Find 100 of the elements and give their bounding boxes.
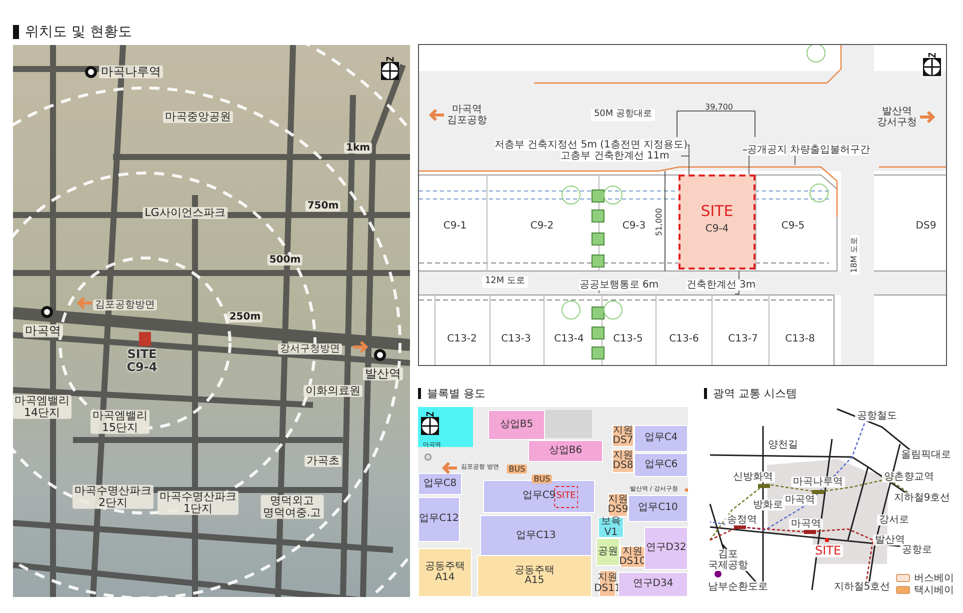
station-label: 마곡역 — [23, 324, 63, 338]
section-title: 광역 교통 시스템 — [713, 386, 797, 401]
left-arrow-icon — [442, 462, 458, 474]
block-label: C9-1 — [443, 220, 467, 232]
place-label: 명덕외고 명덕여중.고 — [260, 494, 324, 520]
legend-label: 택시베이 — [914, 584, 954, 597]
road-label: 올림픽대로 — [899, 450, 953, 460]
north-compass-icon — [380, 57, 400, 81]
station-label: 신방화역 — [731, 472, 775, 482]
land-use-block: 업무C8 — [418, 473, 462, 495]
annotation-label: 고층부 건축한계선 11m — [560, 150, 670, 162]
block-label: C13-4 — [554, 334, 584, 344]
block-label: C13-7 — [728, 334, 758, 344]
site-label: SITE — [812, 544, 844, 558]
bus-stop-label: BUS — [532, 474, 552, 484]
block-label: C9-3 — [622, 220, 646, 232]
land-use-block: 보육 V1 — [598, 517, 624, 538]
land-use-block: 업무C6 — [634, 453, 688, 477]
section-title: 블록별 용도 — [427, 386, 486, 401]
station-label: 마곡역 — [783, 494, 817, 506]
block-label: C13-6 — [669, 334, 699, 344]
north-compass-icon — [922, 53, 942, 77]
distance-label: 750m — [305, 200, 341, 212]
land-use-block: 상업B6 — [528, 440, 603, 462]
road-label: 강서로 — [877, 514, 911, 526]
station-label: 마곡나루역 — [99, 65, 163, 79]
block-label: C13-3 — [501, 334, 531, 344]
site-label: SITE — [554, 486, 578, 508]
land-use-block: 연구D32 — [644, 527, 688, 570]
land-use-block: 공동주택 A15 — [477, 555, 592, 597]
direction-label: 발산역 강서구청 — [877, 106, 917, 128]
road-label: 남부순환도로 — [706, 582, 770, 592]
place-label: 이화의료원 — [304, 384, 362, 398]
direction-label: 마곡역 김포공항 — [447, 104, 487, 126]
land-use-block: 지원 DS9 — [608, 493, 628, 517]
left-arrow-icon — [429, 109, 445, 121]
block-label: C13-8 — [785, 334, 815, 344]
section-title: 위치도 및 현황도 — [25, 22, 132, 40]
right-arrow-icon — [919, 111, 935, 123]
site-marker — [825, 538, 829, 542]
road-label: 12M 도로 — [482, 276, 528, 288]
title-bar-icon — [13, 24, 19, 38]
dimension-label: 51,000 — [656, 208, 664, 236]
road-label: 방화로 — [751, 500, 785, 510]
site-marker — [139, 332, 151, 346]
land-use-block: 업무C10 — [628, 495, 688, 522]
station-label: 마곡나루역 — [791, 476, 845, 488]
commercial-lot — [545, 410, 592, 438]
distance-label: 1km — [344, 142, 372, 154]
place-label: 마곡수명산파크 1단지 — [158, 490, 238, 516]
left-arrow-icon — [77, 297, 93, 309]
land-use-block: 지원 DS7 — [612, 425, 634, 447]
land-use-block: 연구D34 — [618, 572, 688, 597]
annotation-label: 차량출입불허구간 — [790, 144, 870, 156]
block-label: C13-5 — [613, 334, 643, 344]
land-use-block: 상업B5 — [488, 410, 545, 440]
land-use-block: 업무C13 — [480, 515, 592, 558]
site-label: SITE — [700, 202, 734, 220]
land-use-block: 공원 — [596, 538, 620, 566]
annotation-label: 공공보행통로 6m — [579, 280, 659, 290]
annotation-label: 저층부 건축지정선 5m (1층전면 지정용도) — [494, 140, 688, 150]
legend-label: 버스베이 — [914, 572, 954, 585]
north-compass-icon — [420, 412, 440, 436]
site-label: SITE C9-4 — [126, 348, 158, 374]
block-label: C9-5 — [781, 220, 805, 232]
station-marker-icon — [424, 454, 432, 460]
dimension-label: 39,700 — [705, 104, 733, 112]
station-label: 발산역 — [363, 367, 403, 381]
block-label: DS9 — [916, 220, 936, 232]
block-label: C9-4 — [705, 224, 729, 234]
direction-label: 강서구청방면 — [278, 344, 342, 354]
title-bar-icon — [418, 388, 421, 399]
title-bar-icon — [704, 388, 707, 399]
bus-bay-icon — [896, 574, 910, 582]
place-label: LG사이언스파크 — [142, 206, 228, 220]
place-label: 마곡수명산파크 2단지 — [72, 484, 154, 510]
land-use-block: 공동주택 A14 — [418, 548, 472, 597]
station-label: 마곡역 — [789, 518, 823, 530]
land-use-block: 지원 DS8 — [612, 449, 634, 473]
place-label: 마곡엠밸리 15단지 — [90, 410, 150, 434]
taxi-bay-icon — [896, 586, 910, 594]
annotation-label: 공개공지 — [747, 144, 787, 156]
annotation-label: 건축한계선 3m — [686, 280, 756, 290]
direction-label: 김포공항방면 — [93, 300, 157, 310]
place-label: 가곡초 — [304, 454, 342, 468]
right-arrow-icon — [352, 341, 368, 353]
land-use-block: 업무C12 — [418, 497, 460, 542]
road-label: 양천길 — [766, 440, 800, 450]
airport-label: 김포 국제공항 — [706, 549, 750, 571]
block-label: C9-2 — [530, 220, 554, 232]
bus-stop-label: BUS — [506, 464, 528, 474]
road-label: 18M 도로 — [850, 235, 860, 275]
place-label: 마곡엠밸리 14단지 — [13, 394, 72, 420]
land-use-block: 업무C4 — [634, 425, 688, 452]
road-label: 공항로 — [900, 544, 934, 556]
rail-line-label: 공항철도 — [855, 410, 899, 422]
distance-label: 250m — [227, 312, 263, 322]
block-label: C13-2 — [447, 334, 477, 344]
road-label: 50M 공항대로 — [590, 109, 656, 121]
distance-label: 500m — [267, 254, 303, 266]
